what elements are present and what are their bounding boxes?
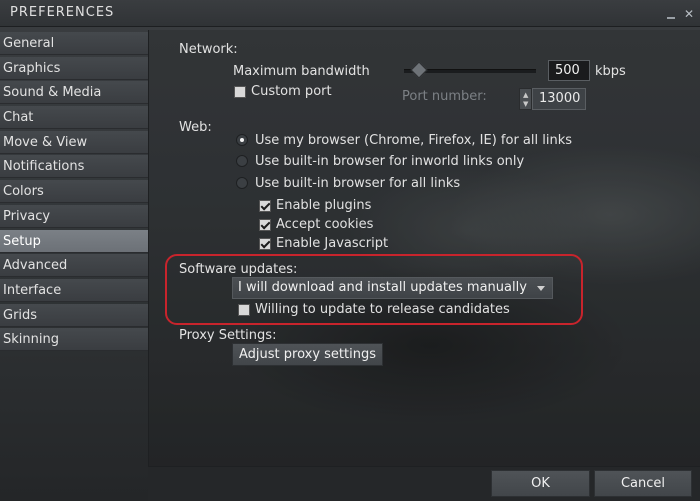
web-heading: Web: — [179, 120, 212, 135]
adjust-proxy-button[interactable]: Adjust proxy settings — [232, 343, 383, 366]
radio-builtin-all[interactable] — [236, 177, 248, 189]
bandwidth-label: Maximum bandwidth — [233, 64, 370, 79]
sidebar-item-graphics[interactable]: Graphics — [0, 56, 148, 80]
custom-port-checkbox[interactable] — [234, 86, 246, 98]
enable-plugins-label: Enable plugins — [276, 198, 372, 213]
release-candidates-label: Willing to update to release candidates — [255, 302, 510, 317]
close-icon[interactable]: ✕ — [684, 8, 694, 20]
sidebar-item-privacy[interactable]: Privacy — [0, 204, 148, 228]
release-candidates-checkbox[interactable] — [238, 304, 250, 316]
chevron-down-icon — [537, 286, 545, 291]
radio-my-browser[interactable] — [236, 134, 248, 146]
sidebar-item-move-view[interactable]: Move & View — [0, 130, 148, 154]
web-option-label: Use built-in browser for inworld links o… — [255, 154, 525, 169]
sidebar-item-colors[interactable]: Colors — [0, 180, 148, 204]
sidebar-item-grids[interactable]: Grids — [0, 303, 148, 327]
accept-cookies-label: Accept cookies — [276, 217, 374, 232]
web-option-label: Use my browser (Chrome, Firefox, IE) for… — [255, 133, 573, 148]
sidebar-item-general[interactable]: General — [0, 32, 148, 55]
sidebar-item-setup[interactable]: Setup — [0, 229, 148, 253]
sidebar-item-notifications[interactable]: Notifications — [0, 155, 148, 179]
bandwidth-unit: kbps — [595, 64, 626, 79]
accept-cookies-checkbox[interactable] — [259, 219, 271, 231]
ok-button[interactable]: OK — [491, 470, 590, 497]
port-number-label: Port number: — [402, 89, 487, 104]
bandwidth-input[interactable]: 500 — [548, 60, 590, 81]
software-updates-heading: Software updates: — [179, 262, 298, 277]
port-number-input[interactable]: 13000 — [532, 88, 586, 110]
enable-javascript-checkbox[interactable] — [259, 238, 271, 250]
title-bar: PREFERENCES ✕ — [0, 0, 700, 27]
custom-port-label: Custom port — [251, 84, 332, 99]
network-heading: Network: — [179, 42, 238, 57]
update-mode-dropdown[interactable]: I will download and install updates manu… — [232, 277, 553, 299]
sidebar: General Graphics Sound & Media Chat Move… — [0, 32, 148, 353]
sidebar-item-chat[interactable]: Chat — [0, 106, 148, 130]
window-title: PREFERENCES — [10, 5, 115, 20]
enable-plugins-checkbox[interactable] — [259, 200, 271, 212]
minimize-icon[interactable] — [667, 17, 675, 19]
port-spinner-icon[interactable]: ▲ ▼ — [519, 88, 532, 110]
proxy-heading: Proxy Settings: — [179, 328, 277, 343]
sidebar-item-advanced[interactable]: Advanced — [0, 254, 148, 278]
radio-builtin-inworld[interactable] — [236, 155, 248, 167]
enable-javascript-label: Enable Javascript — [276, 236, 389, 251]
dropdown-selected-value: I will download and install updates manu… — [238, 280, 527, 295]
cancel-button[interactable]: Cancel — [594, 470, 692, 497]
sidebar-item-interface[interactable]: Interface — [0, 278, 148, 302]
web-option-label: Use built-in browser for all links — [255, 176, 461, 191]
sidebar-item-sound-media[interactable]: Sound & Media — [0, 81, 148, 105]
sidebar-item-skinning[interactable]: Skinning — [0, 328, 148, 352]
